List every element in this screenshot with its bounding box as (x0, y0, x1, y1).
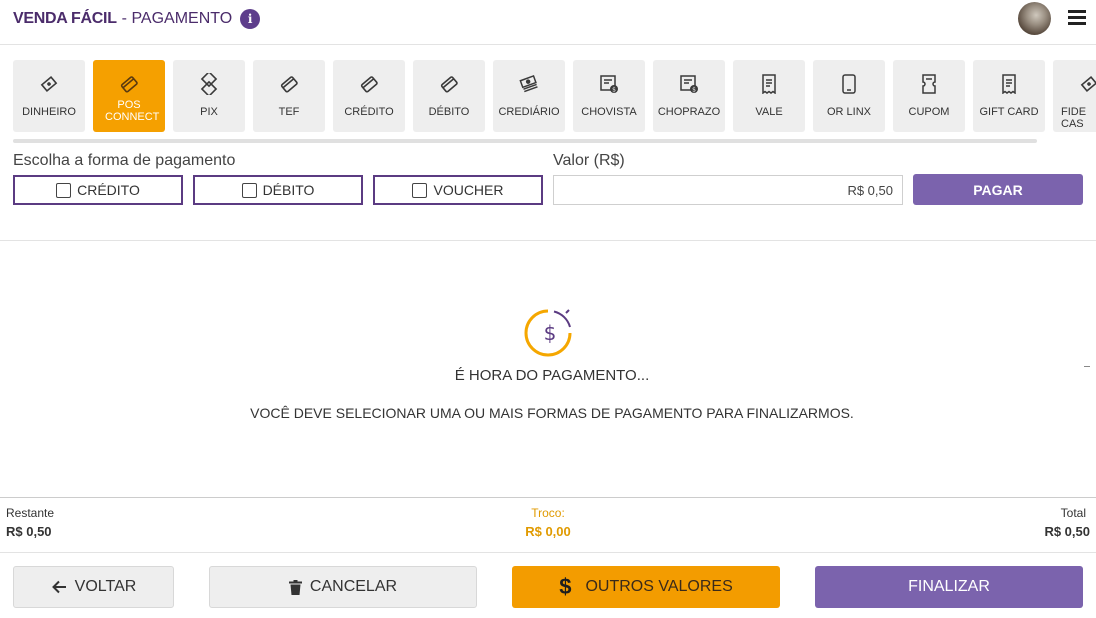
payment-method-choprazo[interactable]: $ CHOPRAZO (653, 60, 725, 132)
payment-method-label: VALE (755, 106, 783, 118)
scroll-marker (1084, 366, 1090, 367)
divider (0, 497, 1096, 498)
payment-method-label: GIFT CARD (979, 106, 1039, 118)
payment-method-label: POS CONNECT (105, 99, 160, 123)
option-label: CRÉDITO (77, 182, 140, 198)
option-credito[interactable]: CRÉDITO (13, 175, 183, 205)
card-icon (360, 72, 378, 96)
page-title: VENDA FÁCIL - PAGAMENTO i (13, 9, 261, 29)
pay-button[interactable]: PAGAR (913, 174, 1083, 205)
back-label: VOLTAR (74, 578, 137, 595)
check-receipt-icon: $ (599, 72, 619, 96)
trash-icon (288, 579, 302, 595)
other-values-button[interactable]: $ OUTROS VALORES (512, 566, 780, 608)
checkbox[interactable] (412, 182, 428, 198)
total-value: R$ 0,50 (1044, 524, 1090, 539)
payment-method-pix[interactable]: PIX (173, 60, 245, 132)
phone-icon (842, 72, 856, 96)
payment-method-tef[interactable]: TEF (253, 60, 325, 132)
cancel-label: CANCELAR (309, 578, 398, 595)
receipt-icon (1001, 72, 1017, 96)
payment-method-label: CUPOM (908, 106, 950, 118)
divider (0, 240, 1096, 241)
payment-method-label: OR LINX (826, 106, 871, 118)
receipt-icon (761, 72, 777, 96)
payment-method-label: CHOPRAZO (657, 106, 721, 118)
troco-label: Troco: (531, 506, 565, 520)
option-label: VOUCHER (433, 182, 504, 198)
card-icon (440, 72, 458, 96)
payment-method-label: CREDIÁRIO (498, 106, 560, 118)
svg-text:$: $ (544, 321, 557, 345)
option-label: DÉBITO (262, 182, 315, 198)
troco-value: R$ 0,00 (525, 524, 571, 539)
check-receipt-icon: $ (679, 72, 699, 96)
payment-method-cr-dito[interactable]: CRÉDITO (333, 60, 405, 132)
dollar-clock-icon: $ (524, 307, 578, 364)
hamburger-menu-icon[interactable] (1068, 10, 1086, 26)
avatar[interactable] (1018, 2, 1051, 35)
value-input[interactable] (553, 175, 903, 205)
svg-text:$: $ (692, 87, 696, 94)
payment-method-chovista[interactable]: $ CHOVISTA (573, 60, 645, 132)
divider (0, 552, 1096, 553)
payment-method-fide-cas[interactable]: FIDE CAS (1053, 60, 1096, 132)
other-values-label: OUTROS VALORES (585, 578, 733, 595)
app-brand: VENDA FÁCIL (13, 10, 117, 27)
header-bar: VENDA FÁCIL - PAGAMENTO i (0, 0, 1096, 45)
info-icon[interactable]: i (240, 9, 261, 29)
payment-method-pos-connect[interactable]: POS CONNECT (93, 60, 165, 132)
option-debito[interactable]: DÉBITO (193, 175, 363, 205)
option-voucher[interactable]: VOUCHER (373, 175, 543, 205)
payment-method-vale[interactable]: VALE (733, 60, 805, 132)
coupon-icon (922, 72, 936, 96)
payment-method-or-linx[interactable]: OR LINX (813, 60, 885, 132)
card-icon (120, 72, 138, 96)
payment-method-label: PIX (200, 106, 218, 118)
pix-icon (198, 72, 220, 96)
value-label: Valor (R$) (553, 152, 625, 169)
payment-method-label: CHOVISTA (581, 106, 637, 118)
dollar-icon: $ (559, 574, 572, 599)
payment-method-label: TEF (278, 106, 300, 118)
payment-instructions: VOCÊ DEVE SELECIONAR UMA OU MAIS FORMAS … (250, 405, 854, 421)
svg-text:$: $ (612, 87, 616, 94)
checkbox[interactable] (241, 182, 257, 198)
payment-method-credi-rio[interactable]: CREDIÁRIO (493, 60, 565, 132)
choose-payment-label: Escolha a forma de pagamento (13, 152, 236, 169)
payment-time-title: É HORA DO PAGAMENTO... (454, 367, 650, 384)
payment-method-label: FIDE CAS (1061, 106, 1087, 130)
payment-methods-scrollbar[interactable] (13, 139, 1037, 143)
cancel-button[interactable]: CANCELAR (209, 566, 477, 608)
finish-label: FINALIZAR (908, 578, 990, 595)
finish-button[interactable]: FINALIZAR (815, 566, 1083, 608)
cash-icon (1080, 72, 1096, 96)
payment-method-d-bito[interactable]: DÉBITO (413, 60, 485, 132)
payment-method-list: DINHEIRO POS CONNECT PIX TEF CRÉDITO DÉBITO CR… (13, 60, 1096, 132)
payment-method-dinheiro[interactable]: DINHEIRO (13, 60, 85, 132)
arrow-left-icon (51, 580, 67, 594)
card-icon (280, 72, 298, 96)
payment-method-gift-card[interactable]: GIFT CARD (973, 60, 1045, 132)
payment-method-label: CRÉDITO (344, 106, 394, 118)
payment-method-label: DINHEIRO (22, 106, 76, 118)
payment-method-cupom[interactable]: CUPOM (893, 60, 965, 132)
total-label: Total (1060, 506, 1086, 520)
payment-method-label: DÉBITO (428, 106, 470, 118)
page-name: - PAGAMENTO (121, 10, 233, 27)
back-button[interactable]: VOLTAR (13, 566, 174, 608)
money-stack-icon (519, 72, 539, 96)
cash-icon (40, 72, 58, 96)
checkbox[interactable] (56, 182, 72, 198)
